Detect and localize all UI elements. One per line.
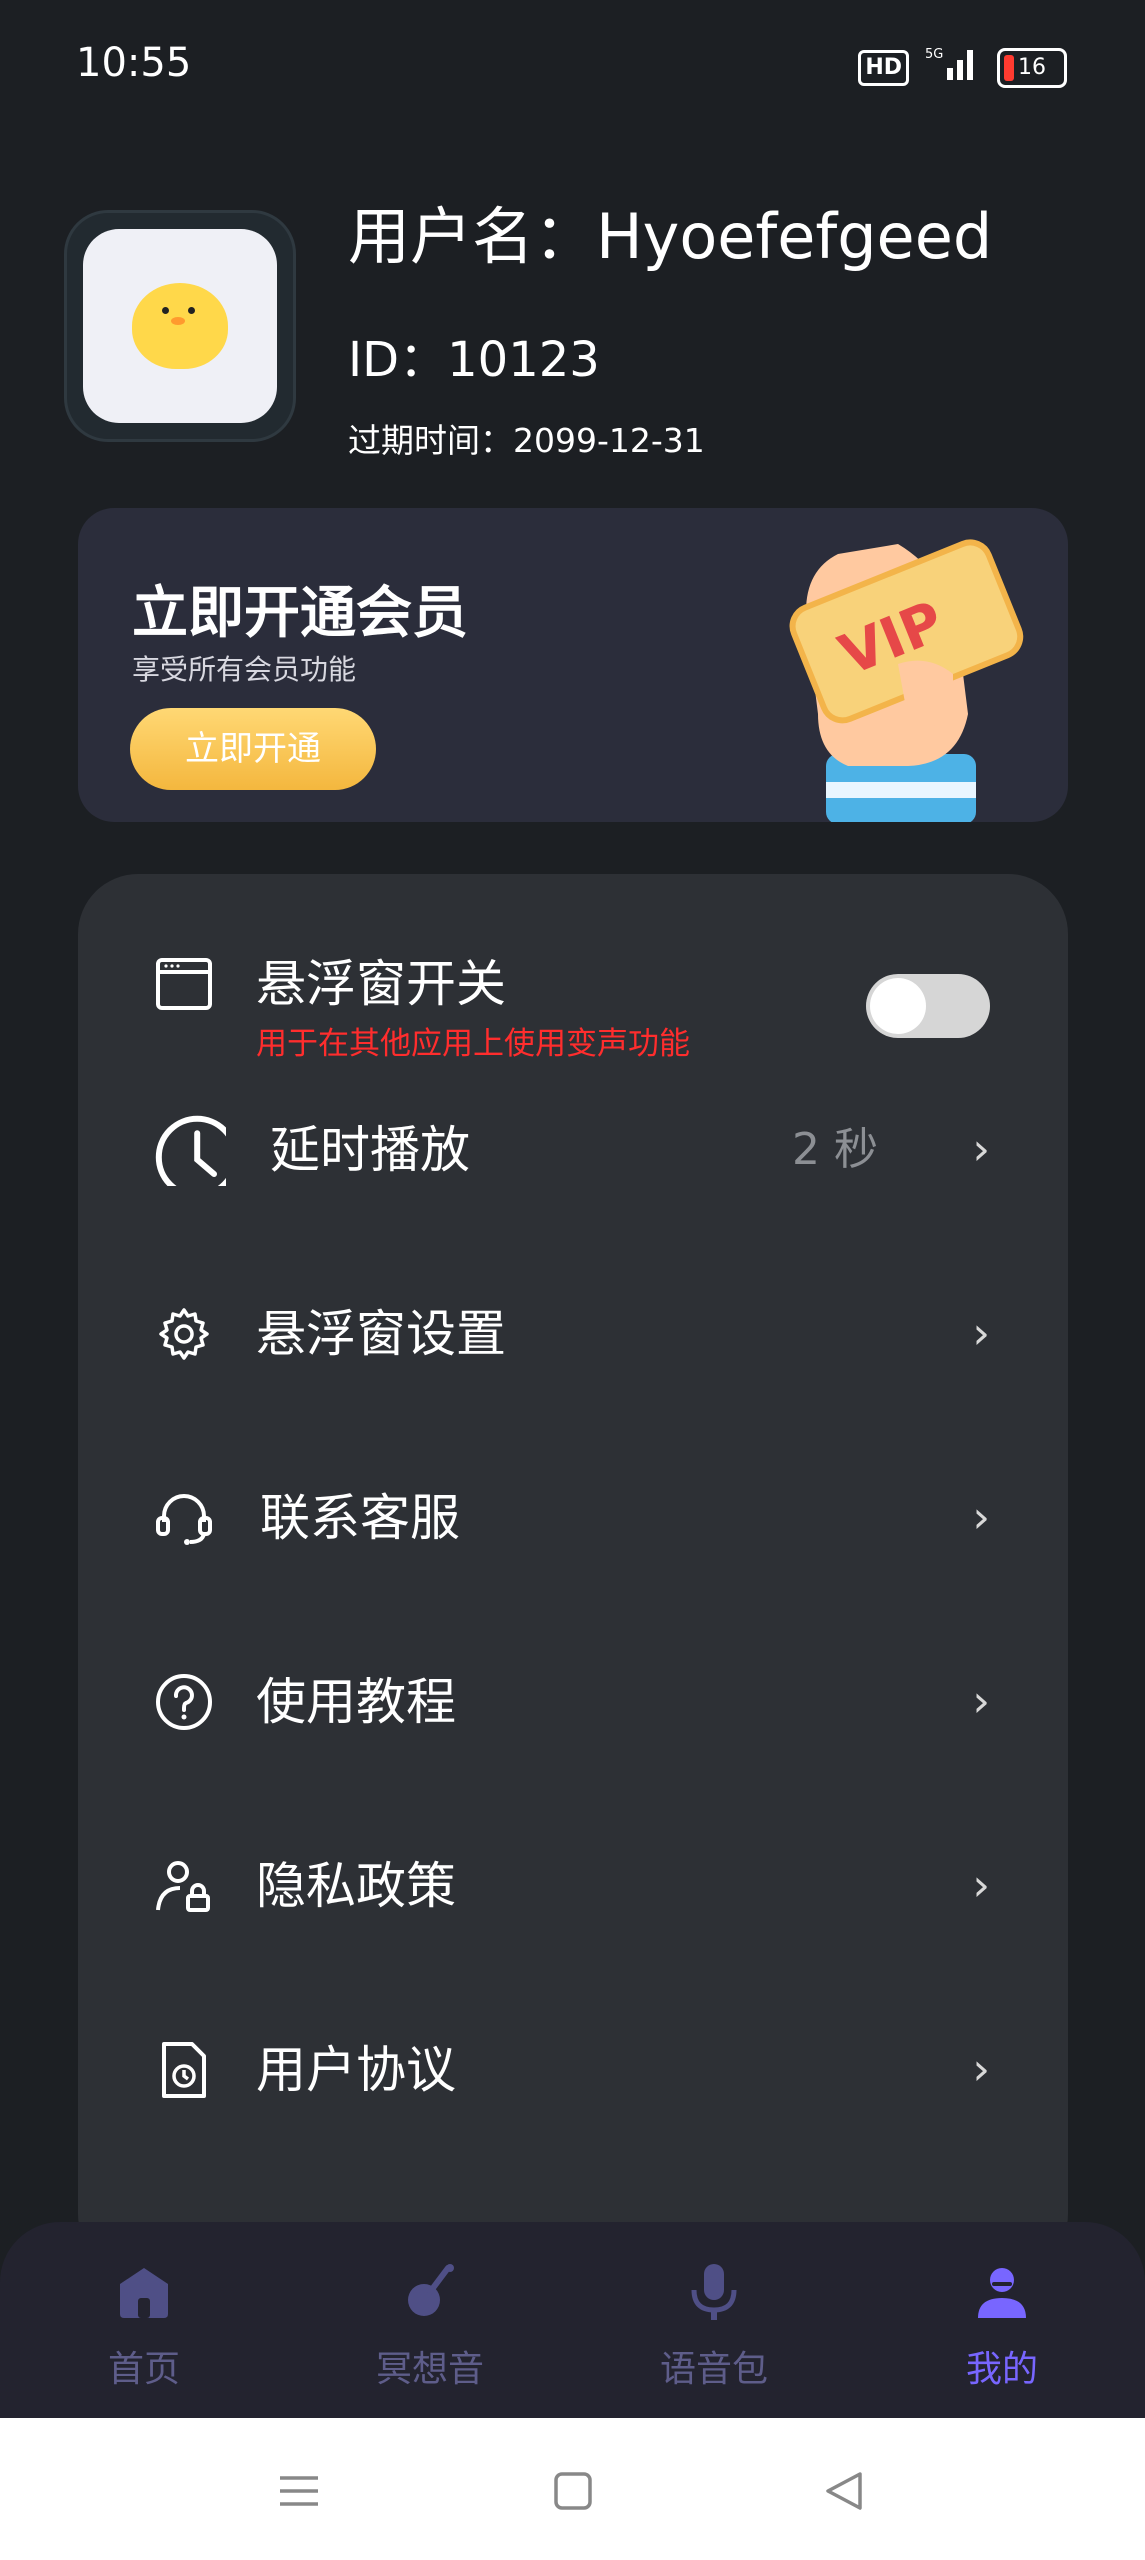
chevron-right-icon: ›	[972, 2044, 990, 2095]
expire-date: 过期时间：2099-12-31	[348, 421, 705, 460]
tab-meditation[interactable]: 冥想音	[330, 2262, 530, 2392]
system-nav-bar	[0, 2418, 1145, 2560]
microphone-icon	[691, 2264, 737, 2320]
network-type: 5G	[925, 47, 943, 62]
profile-icon	[978, 2268, 1026, 2318]
tab-mine[interactable]: 我的	[902, 2262, 1102, 2392]
delay-playback-row[interactable]: 延时播放 2 秒 ›	[78, 1090, 1068, 1210]
tab-home[interactable]: 首页	[44, 2262, 244, 2392]
float-switch-hint: 用于在其他应用上使用变声功能	[256, 1026, 690, 1062]
home-square-icon[interactable]	[548, 2466, 598, 2516]
user-agreement-row[interactable]: 用户协议 ›	[78, 2010, 1068, 2130]
back-triangle-icon[interactable]	[820, 2466, 870, 2516]
privacy-label: 隐私政策	[256, 1857, 456, 1915]
contact-label: 联系客服	[260, 1489, 460, 1547]
chick-icon	[132, 283, 228, 369]
battery-level: 16	[1018, 54, 1046, 80]
float-window-toggle[interactable]	[866, 974, 990, 1038]
signal-icon: 5G	[925, 46, 981, 89]
home-icon	[120, 2268, 168, 2318]
vip-subtitle: 享受所有会员功能	[132, 653, 357, 686]
window-icon	[156, 958, 212, 1010]
settings-panel: 悬浮窗开关 用于在其他应用上使用变声功能 延时播放 2 秒 › 悬浮窗设置 › …	[78, 874, 1068, 2274]
avatar[interactable]	[64, 210, 296, 442]
delay-label: 延时播放	[270, 1121, 470, 1179]
privacy-policy-row[interactable]: 隐私政策 ›	[78, 1826, 1068, 1946]
agreement-label: 用户协议	[256, 2041, 456, 2099]
user-lock-icon	[156, 1861, 210, 1912]
tab-mine-label: 我的	[965, 2349, 1038, 2390]
status-time: 10:55	[76, 40, 192, 86]
gear-icon	[159, 1308, 209, 1360]
menu-icon[interactable]	[274, 2466, 324, 2516]
tab-meditation-label: 冥想音	[375, 2349, 484, 2390]
chevron-right-icon: ›	[972, 1492, 990, 1543]
chevron-right-icon: ›	[972, 1124, 990, 1175]
battery-icon: 16	[997, 47, 1067, 88]
tab-voice-pack-label: 语音包	[659, 2349, 768, 2390]
float-switch-label: 悬浮窗开关	[256, 955, 506, 1013]
bottom-tab-bar: 首页 冥想音 语音包 我的	[0, 2222, 1145, 2418]
document-clock-icon	[162, 2042, 206, 2098]
avatar-image	[83, 229, 277, 423]
chevron-right-icon: ›	[972, 1308, 990, 1359]
float-settings-row[interactable]: 悬浮窗设置 ›	[78, 1274, 1068, 1394]
username: 用户名：Hyoefefgeed	[348, 200, 993, 273]
tutorial-label: 使用教程	[256, 1673, 456, 1731]
meditation-icon	[408, 2264, 454, 2316]
tab-home-label: 首页	[107, 2349, 180, 2390]
status-bar: 10:55 HD 5G 16	[0, 0, 1145, 140]
float-settings-label: 悬浮窗设置	[256, 1305, 506, 1363]
vip-title: 立即开通会员	[132, 581, 468, 646]
chevron-right-icon: ›	[972, 1860, 990, 1911]
chevron-right-icon: ›	[972, 1676, 990, 1727]
tutorial-row[interactable]: 使用教程 ›	[78, 1642, 1068, 1762]
hd-icon: HD	[858, 49, 909, 86]
status-icons: HD 5G 16	[858, 46, 1067, 89]
vip-card[interactable]: 立即开通会员 享受所有会员功能 立即开通 VIP	[78, 508, 1068, 822]
delay-value: 2 秒	[792, 1124, 878, 1175]
tab-voice-pack[interactable]: 语音包	[614, 2262, 814, 2392]
vip-open-button[interactable]: 立即开通	[130, 708, 376, 790]
clock-icon	[155, 1115, 226, 1186]
headset-icon	[156, 1494, 212, 1545]
vip-hand-illustration: VIP	[789, 539, 1024, 822]
help-circle-icon	[156, 1674, 212, 1730]
user-id: ID：10123	[348, 332, 600, 388]
contact-service-row[interactable]: 联系客服 ›	[78, 1458, 1068, 1578]
float-window-switch-row[interactable]: 悬浮窗开关 用于在其他应用上使用变声功能	[78, 924, 1068, 1074]
